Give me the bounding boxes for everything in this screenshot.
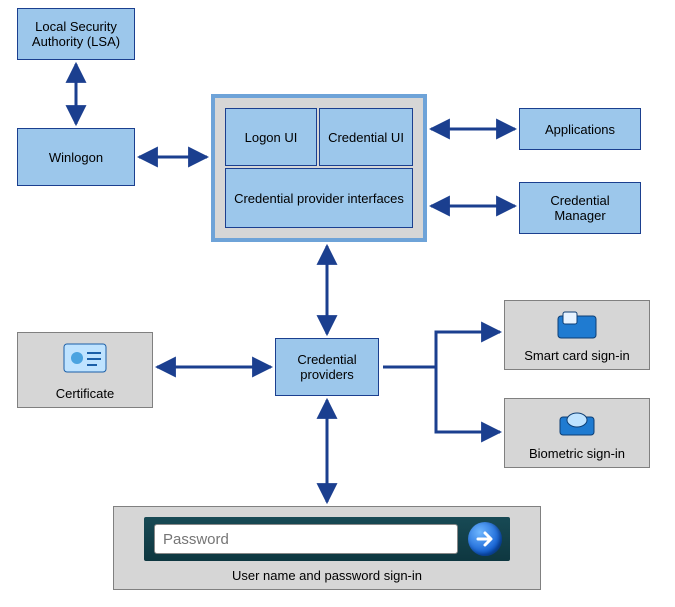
panel-certificate: Certificate	[17, 332, 153, 408]
biometric-reader-icon	[557, 409, 597, 440]
node-credential-ui: Credential UI	[319, 108, 413, 166]
node-applications: Applications	[519, 108, 641, 150]
node-credential-provider-interfaces: Credential provider interfaces	[225, 168, 413, 228]
node-credential-providers: Credential providers	[275, 338, 379, 396]
submit-button[interactable]	[468, 522, 502, 556]
node-lsa: Local Security Authority (LSA)	[17, 8, 135, 60]
node-label: Credential UI	[328, 130, 404, 145]
node-label: Logon UI	[245, 130, 298, 145]
architecture-diagram: Local Security Authority (LSA) Winlogon …	[0, 0, 675, 607]
node-label: Credential provider interfaces	[234, 191, 404, 206]
password-entry-strip	[144, 517, 510, 561]
panel-label: User name and password sign-in	[114, 568, 540, 583]
node-winlogon: Winlogon	[17, 128, 135, 186]
certificate-icon	[63, 343, 107, 376]
panel-label: Smart card sign-in	[505, 348, 649, 363]
smart-card-icon	[557, 311, 597, 342]
node-label: Local Security Authority (LSA)	[22, 19, 130, 49]
panel-label: Certificate	[18, 386, 152, 401]
password-input[interactable]	[154, 524, 458, 554]
node-label: Credential providers	[280, 352, 374, 382]
node-label: Applications	[545, 122, 615, 137]
node-logon-ui: Logon UI	[225, 108, 317, 166]
panel-username-password: User name and password sign-in	[113, 506, 541, 590]
panel-smartcard: Smart card sign-in	[504, 300, 650, 370]
node-label: Credential Manager	[524, 193, 636, 223]
node-label: Winlogon	[49, 150, 103, 165]
arrow-right-circle-icon	[475, 529, 495, 549]
panel-label: Biometric sign-in	[505, 446, 649, 461]
panel-biometric: Biometric sign-in	[504, 398, 650, 468]
node-credential-manager: Credential Manager	[519, 182, 641, 234]
